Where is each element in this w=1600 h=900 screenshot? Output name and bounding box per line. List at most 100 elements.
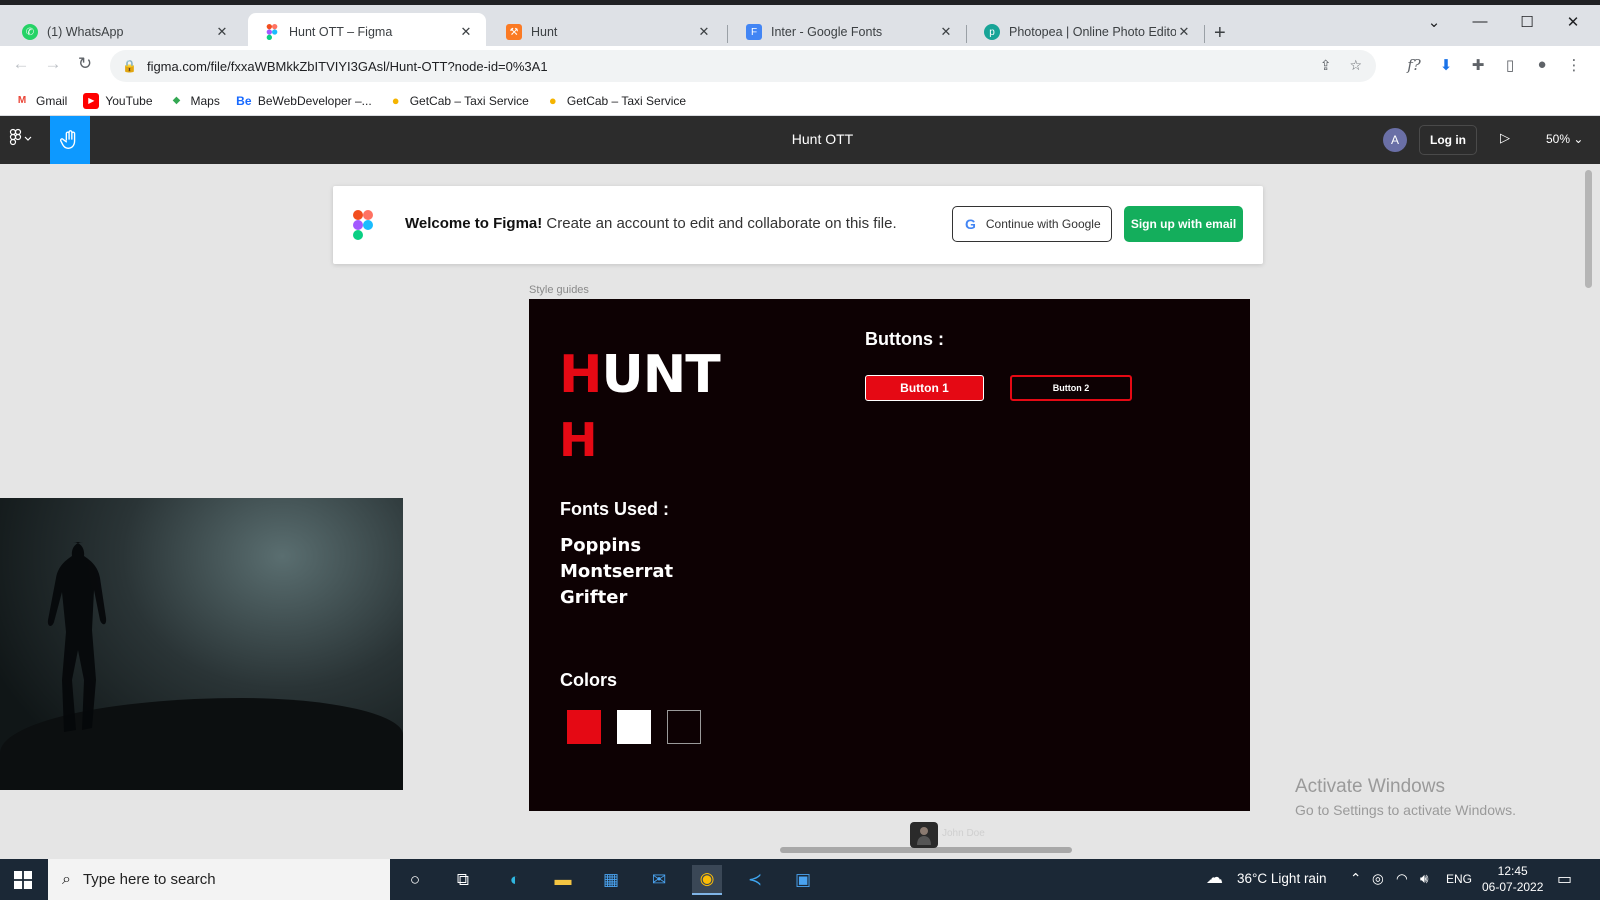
bookmark-label: BeWebDeveloper –... — [257, 93, 372, 108]
close-icon[interactable]: ✕ — [458, 24, 474, 40]
puzzle-extensions-icon[interactable]: ✚ — [1468, 56, 1488, 74]
side-panel-icon[interactable]: ▯ — [1500, 56, 1520, 74]
close-icon[interactable]: ✕ — [938, 24, 954, 40]
sample-button-1: Button 1 — [865, 375, 984, 401]
collaborator-avatar — [910, 822, 938, 848]
bookmark-label: Gmail — [36, 93, 68, 108]
language-indicator[interactable]: ENG — [1446, 872, 1472, 886]
bookmark-star-icon[interactable]: ☆ — [1349, 57, 1362, 74]
tab-divider — [727, 25, 728, 43]
taskbar-clock[interactable]: 12:45 06-07-2022 — [1482, 863, 1543, 895]
maps-icon: ◆ — [172, 95, 181, 106]
new-tab-plus-icon[interactable]: + — [1214, 22, 1226, 45]
tab-title: Inter - Google Fonts — [771, 25, 883, 39]
file-title: Hunt OTT — [791, 131, 854, 147]
tab-title: Photopea | Online Photo Editor — [1009, 25, 1176, 39]
hero-image-frame[interactable] — [0, 498, 403, 790]
meet-now-icon[interactable]: ◎ — [1372, 871, 1384, 887]
share-icon[interactable]: ⇪ — [1320, 57, 1332, 74]
font-grifter: Grifter — [560, 587, 628, 608]
xampp-icon: ⚒ — [506, 24, 522, 40]
frame-label[interactable]: Style guides — [529, 284, 589, 296]
continue-with-google-button[interactable]: G Continue with Google — [952, 206, 1112, 242]
zoom-menu[interactable]: 50% ⌄ — [1546, 132, 1583, 146]
login-button[interactable]: Log in — [1419, 125, 1477, 155]
figma-toolbar: Hunt OTT A Log in ▷ 50% ⌄ — [0, 116, 1600, 164]
logo-letter-h: H — [559, 345, 603, 405]
notifications-icon[interactable]: ▭ — [1557, 869, 1572, 889]
tab-title: Hunt — [531, 25, 558, 39]
file-explorer-icon[interactable]: ▬ — [548, 865, 578, 895]
wifi-icon[interactable]: ◠ — [1396, 871, 1408, 887]
bookmark-getcab-2[interactable]: ● GetCab – Taxi Service — [545, 93, 686, 109]
forward-arrow-icon[interactable]: → — [42, 54, 64, 74]
taskbar-search-input[interactable]: ⌕ Type here to search — [48, 859, 390, 900]
figma-canvas[interactable]: Welcome to Figma! Create an account to e… — [0, 164, 1600, 859]
windows-start-icon[interactable] — [14, 871, 32, 889]
menu-kebab-icon[interactable]: ⋮ — [1564, 56, 1584, 74]
chrome-icon[interactable]: ◉ — [692, 865, 722, 895]
logo-letters: UNT — [601, 345, 721, 405]
bookmark-label: YouTube — [105, 93, 153, 108]
bookmark-getcab-1[interactable]: ● GetCab – Taxi Service — [388, 93, 529, 109]
reload-icon[interactable]: ↻ — [74, 54, 96, 74]
chevron-up-icon[interactable]: ⌃ — [1350, 871, 1361, 887]
location-pin-icon: ● — [548, 93, 557, 108]
watermark-subtitle: Go to Settings to activate Windows. — [1295, 802, 1516, 818]
gmail-icon: M — [17, 95, 27, 106]
cortana-icon[interactable]: ○ — [400, 865, 430, 895]
colors-heading: Colors — [560, 670, 618, 690]
close-icon[interactable]: ✕ — [696, 24, 712, 40]
minimize-icon[interactable]: — — [1470, 13, 1490, 30]
welcome-banner: Welcome to Figma! Create an account to e… — [333, 186, 1263, 264]
browser-toolbar: ← → ↻ 🔒 figma.com/file/fxxaWBMkkZbITVIYI… — [0, 46, 1600, 86]
profile-icon[interactable]: ● — [1532, 56, 1552, 73]
signup-email-button[interactable]: Sign up with email — [1124, 206, 1243, 242]
task-view-icon[interactable]: ⧉ — [448, 865, 478, 895]
location-pin-icon: ● — [391, 93, 400, 108]
youtube-icon: ▶ — [83, 92, 100, 109]
download-extension-icon[interactable]: ⬇ — [1436, 56, 1456, 74]
bookmark-label: GetCab – Taxi Service — [566, 93, 687, 108]
close-icon[interactable]: ✕ — [1176, 24, 1192, 40]
bookmark-youtube[interactable]: ▶ YouTube — [83, 92, 153, 109]
bookmark-maps[interactable]: ◆ Maps — [169, 93, 220, 109]
font-extension-icon[interactable]: f? — [1404, 56, 1424, 74]
tab-divider — [1204, 25, 1205, 43]
tab-title: Hunt OTT – Figma — [289, 25, 393, 39]
watermark-title: Activate Windows — [1295, 776, 1445, 797]
close-window-icon[interactable]: ✕ — [1563, 13, 1583, 31]
font-poppins: Poppins — [560, 535, 642, 556]
figma-logo-icon — [353, 210, 373, 240]
sample-button-2: Button 2 — [1010, 375, 1132, 401]
bookmark-bewebdeveloper[interactable]: Be BeWebDeveloper –... — [236, 93, 372, 109]
avatar[interactable]: A — [1383, 128, 1407, 152]
whatsapp-icon: ✆ — [22, 24, 38, 40]
close-icon[interactable]: ✕ — [214, 24, 230, 40]
maximize-icon[interactable]: ☐ — [1517, 13, 1537, 31]
photos-icon[interactable]: ▣ — [788, 865, 818, 895]
welcome-bold: Welcome to Figma! — [405, 215, 543, 232]
chevron-down-icon: ⌄ — [1573, 132, 1584, 146]
mail-icon[interactable]: ✉ — [644, 865, 674, 895]
bookmark-gmail[interactable]: M Gmail — [14, 93, 68, 109]
weather-text[interactable]: 36°C Light rain — [1237, 871, 1326, 886]
volume-icon[interactable]: 🔊︎ — [1420, 871, 1429, 887]
weather-cloud-icon[interactable]: ☁ — [1206, 868, 1223, 888]
style-guide-frame[interactable]: HUNT H Fonts Used : Poppins Montserrat G… — [529, 299, 1250, 811]
vertical-scrollbar[interactable] — [1585, 170, 1592, 288]
bookmark-label: Maps — [190, 93, 220, 108]
back-arrow-icon[interactable]: ← — [10, 54, 32, 74]
url-text[interactable]: figma.com/file/fxxaWBMkkZbITVIYI3GAsl/Hu… — [147, 59, 548, 74]
photopea-icon: p — [984, 24, 1000, 40]
edge-icon[interactable]: ◐ — [500, 865, 530, 895]
color-swatch-white — [617, 710, 651, 744]
buttons-heading: Buttons : — [865, 329, 944, 349]
font-montserrat: Montserrat — [560, 561, 674, 582]
present-play-icon[interactable]: ▷ — [1500, 130, 1510, 146]
vscode-icon[interactable]: ≺ — [740, 865, 770, 895]
microsoft-store-icon[interactable]: ▦ — [596, 865, 626, 895]
address-bar[interactable]: 🔒 figma.com/file/fxxaWBMkkZbITVIYI3GAsl/… — [110, 50, 1376, 82]
tab-search-chevron-icon[interactable]: ⌄ — [1424, 13, 1444, 31]
hunt-logo-small: H — [559, 417, 598, 463]
